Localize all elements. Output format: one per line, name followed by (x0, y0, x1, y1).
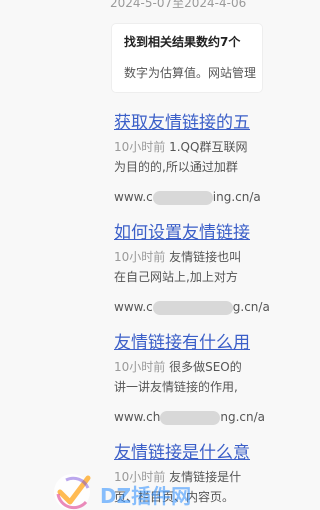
blurred-url-part (152, 300, 233, 315)
search-result: 获取友情链接的五 10小时前 1.QQ群互联网 为目的的,所以通过加群 www.… (114, 112, 274, 207)
notice-title: 找到相关结果数约7个 (124, 35, 241, 49)
search-result: 友情链接有什么用 10小时前 很多做SEO的 讲一讲友情链接的作用, www.c… (114, 332, 274, 427)
result-title-link[interactable]: 友情链接有什么用 (114, 332, 274, 354)
search-result: 如何设置友情链接 10小时前 友情链接也叫 在自己网站上,加上对方 www.c g… (114, 222, 274, 317)
url-prefix: www.c (114, 300, 153, 314)
result-time: 10小时前 (114, 140, 166, 154)
url-suffix: ing.cn/a (212, 190, 261, 204)
result-time: 10小时前 (114, 250, 166, 264)
result-title-link[interactable]: 如何设置友情链接 (114, 222, 274, 244)
result-snippet-line2: 讲一讲友情链接的作用, (114, 380, 238, 394)
result-snippet: 10小时前 友情链接也叫 (114, 247, 274, 267)
url-suffix: g.cn/a (232, 300, 270, 314)
result-title-link[interactable]: 获取友情链接的五 (114, 112, 274, 134)
result-snippet-line2: 在自己网站上,加上对方 (114, 270, 238, 284)
blurred-url-part (152, 190, 213, 205)
watermark-text: DZ插件网 (100, 484, 192, 508)
result-url[interactable]: www.c g.cn/a (114, 297, 274, 317)
result-count-notice: 找到相关结果数约7个 数字为估算值。网站管理 (112, 24, 262, 92)
result-snippet-text: 友情链接也叫 (169, 250, 242, 264)
url-prefix: www.ch (114, 410, 161, 424)
result-snippet-line2: 为目的的,所以通过加群 (114, 160, 238, 174)
result-snippet-text: 很多做SEO的 (169, 360, 242, 374)
notice-subtitle: 数字为估算值。网站管理 (124, 66, 257, 80)
date-range-text: 2024-5-07至2024-4-06 (110, 0, 247, 10)
result-time: 10小时前 (114, 360, 166, 374)
result-title-link[interactable]: 友情链接是什么意 (114, 442, 274, 464)
url-prefix: www.c (114, 190, 153, 204)
result-url[interactable]: www.ch ng.cn/a (114, 407, 274, 427)
blurred-url-part (160, 410, 221, 425)
result-snippet: 10小时前 很多做SEO的 (114, 357, 274, 377)
result-url[interactable]: www.c ing.cn/a (114, 187, 274, 207)
result-snippet: 10小时前 1.QQ群互联网 (114, 137, 274, 157)
result-snippet-text: 1.QQ群互联网 (169, 140, 248, 154)
url-suffix: ng.cn/a (220, 410, 265, 424)
